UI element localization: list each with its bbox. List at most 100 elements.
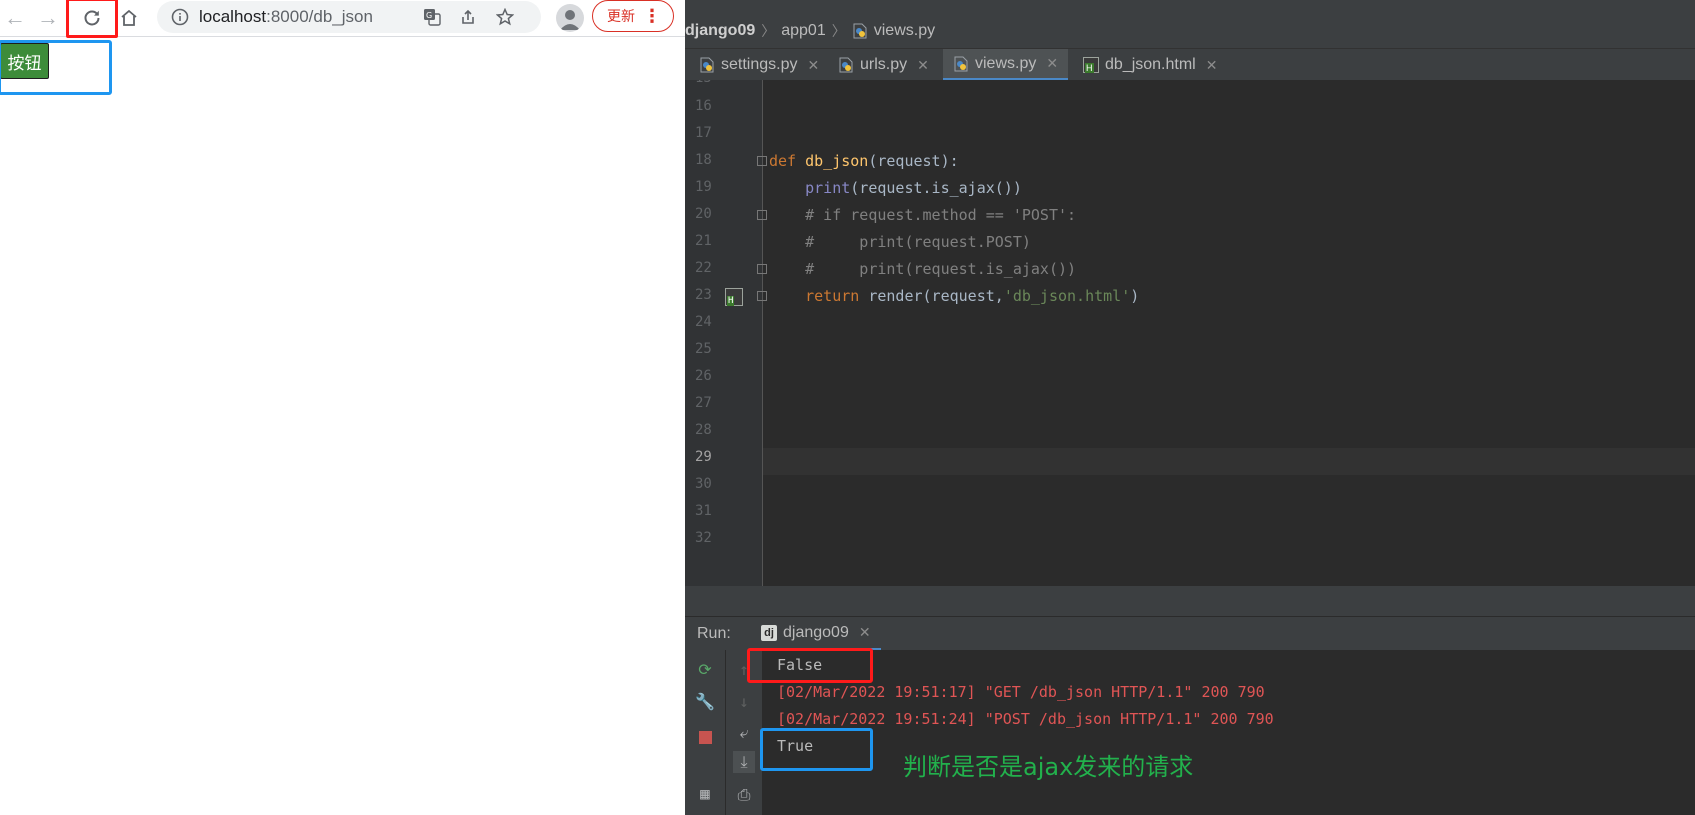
code-function-name: db_json (805, 152, 869, 170)
code-text: (request.is_ajax()) (850, 179, 1022, 197)
share-icon[interactable] (457, 6, 479, 28)
run-tab-django09[interactable]: dj django09 ✕ (751, 617, 881, 651)
code-comment: # if request.method == 'POST': (805, 206, 1077, 224)
wrench-icon[interactable]: 🔧 (694, 690, 716, 712)
update-button[interactable]: 更新 ⋮ (592, 0, 674, 32)
line-number: 17 (695, 125, 712, 141)
run-label: Run: (697, 625, 731, 642)
fold-marker-icon[interactable] (757, 291, 767, 301)
tab-views-py[interactable]: views.py ✕ (943, 49, 1069, 81)
code-line-20: # if request.method == 'POST': (769, 206, 1076, 224)
current-line-highlight (763, 448, 1695, 475)
tab-urls-py[interactable]: urls.py ✕ (838, 49, 929, 81)
fold-marker-icon[interactable] (757, 210, 767, 220)
code-text: (request): (868, 152, 959, 170)
svg-text:G: G (426, 11, 432, 20)
line-number: 20 (695, 206, 712, 222)
panel-splitter[interactable] (685, 586, 1695, 616)
soft-wrap-icon[interactable]: ⤶ (733, 722, 755, 744)
tab-db-json-html[interactable]: db_json.html ✕ (1083, 49, 1217, 81)
ide-toolbar (685, 0, 1695, 14)
fold-marker-icon[interactable] (757, 264, 767, 274)
stop-icon[interactable] (694, 726, 716, 748)
close-icon[interactable]: ✕ (1046, 55, 1058, 72)
back-icon[interactable]: ← (0, 3, 30, 33)
line-number-current: 29 (695, 449, 712, 465)
scroll-to-end-icon[interactable]: ⤓ (733, 751, 755, 773)
line-number: 30 (695, 476, 712, 492)
close-icon[interactable]: ✕ (917, 57, 929, 74)
code-line-22: # print(request.is_ajax()) (769, 260, 1076, 278)
print-icon[interactable]: ⎙ (733, 784, 755, 806)
breadcrumb-file-label: views.py (873, 22, 936, 39)
python-file-icon (839, 57, 853, 73)
python-file-icon (700, 57, 714, 73)
update-label: 更新 (607, 8, 635, 24)
ide-window: django09 〉 app01 〉 views.py settings.py ✕… (685, 0, 1695, 815)
html-template-gutter-icon[interactable] (725, 288, 743, 306)
layout-icon[interactable]: ▦ (694, 782, 716, 804)
django-icon: dj (761, 624, 777, 641)
run-panel-header: Run: dj django09 ✕ (685, 616, 1695, 651)
line-number: 16 (695, 98, 712, 114)
browser-window: ← → localhost:8000/db_json G 更新 ⋮ 按钮 (0, 0, 685, 815)
close-icon[interactable]: ✕ (1206, 57, 1218, 74)
run-tab-label: django09 (783, 623, 849, 641)
rerun-icon[interactable]: ⟳ (694, 658, 716, 680)
line-number: 19 (695, 179, 712, 195)
code-comment: # print(request.is_ajax()) (805, 260, 1077, 278)
close-icon[interactable]: ✕ (807, 57, 819, 74)
translate-icon[interactable]: G (421, 6, 443, 28)
reload-highlight-box (66, 0, 118, 38)
console-line: [02/Mar/2022 19:51:17] "GET /db_json HTT… (777, 683, 1265, 701)
line-number: 27 (695, 395, 712, 411)
site-info-icon[interactable] (171, 8, 189, 26)
tab-label: urls.py (860, 56, 908, 73)
bookmark-star-icon[interactable] (494, 6, 516, 28)
tab-settings-py[interactable]: settings.py ✕ (699, 49, 819, 81)
address-bar[interactable]: localhost:8000/db_json G (157, 1, 541, 33)
line-number: 28 (695, 422, 712, 438)
html-file-icon (1083, 57, 1099, 73)
tab-label: views.py (975, 54, 1037, 72)
breadcrumb-file[interactable]: views.py (852, 22, 935, 40)
line-number: 21 (695, 233, 712, 249)
code-text: ) (1130, 287, 1140, 305)
console-line: [02/Mar/2022 19:51:24] "POST /db_json HT… (777, 710, 1274, 728)
editor-tabs: settings.py ✕ urls.py ✕ views.py ✕ db_json.… (685, 48, 1695, 82)
url-text: localhost:8000/db_json (199, 7, 373, 27)
line-number: 32 (695, 530, 712, 546)
code-builtin: print (805, 179, 851, 197)
code-editor[interactable]: 15 16 17 18 19 20 21 22 23 24 25 26 27 2… (685, 80, 1695, 586)
close-icon[interactable]: ✕ (859, 624, 871, 641)
line-number: 18 (695, 152, 712, 168)
tab-label: db_json.html (1105, 56, 1196, 73)
true-highlight-box (760, 728, 873, 771)
code-keyword: def (769, 152, 797, 170)
code-line-21: # print(request.POST) (769, 233, 1031, 251)
breadcrumb: django09 〉 app01 〉 views.py (685, 14, 1695, 48)
menu-dots-icon[interactable]: ⋮ (643, 7, 661, 25)
annotation-text: 判断是否是ajax发来的请求 (903, 753, 1194, 781)
code-line-18: def db_json(request): (769, 152, 959, 170)
breadcrumb-folder[interactable]: app01 (781, 22, 826, 40)
forward-icon[interactable]: → (33, 3, 63, 33)
code-line-23: return render(request,'db_json.html') (769, 287, 1139, 305)
breadcrumb-project[interactable]: django09 (685, 22, 755, 40)
false-highlight-box (747, 648, 873, 683)
line-number: 15 (695, 80, 725, 86)
url-path: :8000/db_json (266, 7, 373, 26)
fold-marker-icon[interactable] (757, 156, 767, 166)
home-icon[interactable] (114, 3, 144, 33)
line-number: 22 (695, 260, 712, 276)
code-keyword: return (805, 287, 860, 305)
line-number: 25 (695, 341, 712, 357)
profile-avatar[interactable] (556, 4, 584, 32)
button-highlight-box (0, 40, 112, 95)
line-number: 26 (695, 368, 712, 384)
run-toolbar: ⟳ 🔧 ▦ (685, 650, 725, 815)
url-host: localhost (199, 7, 267, 26)
code-line-19: print(request.is_ajax()) (769, 179, 1022, 197)
breadcrumb-separator: 〉 (831, 23, 846, 39)
scroll-down-icon[interactable]: ↓ (733, 690, 755, 712)
